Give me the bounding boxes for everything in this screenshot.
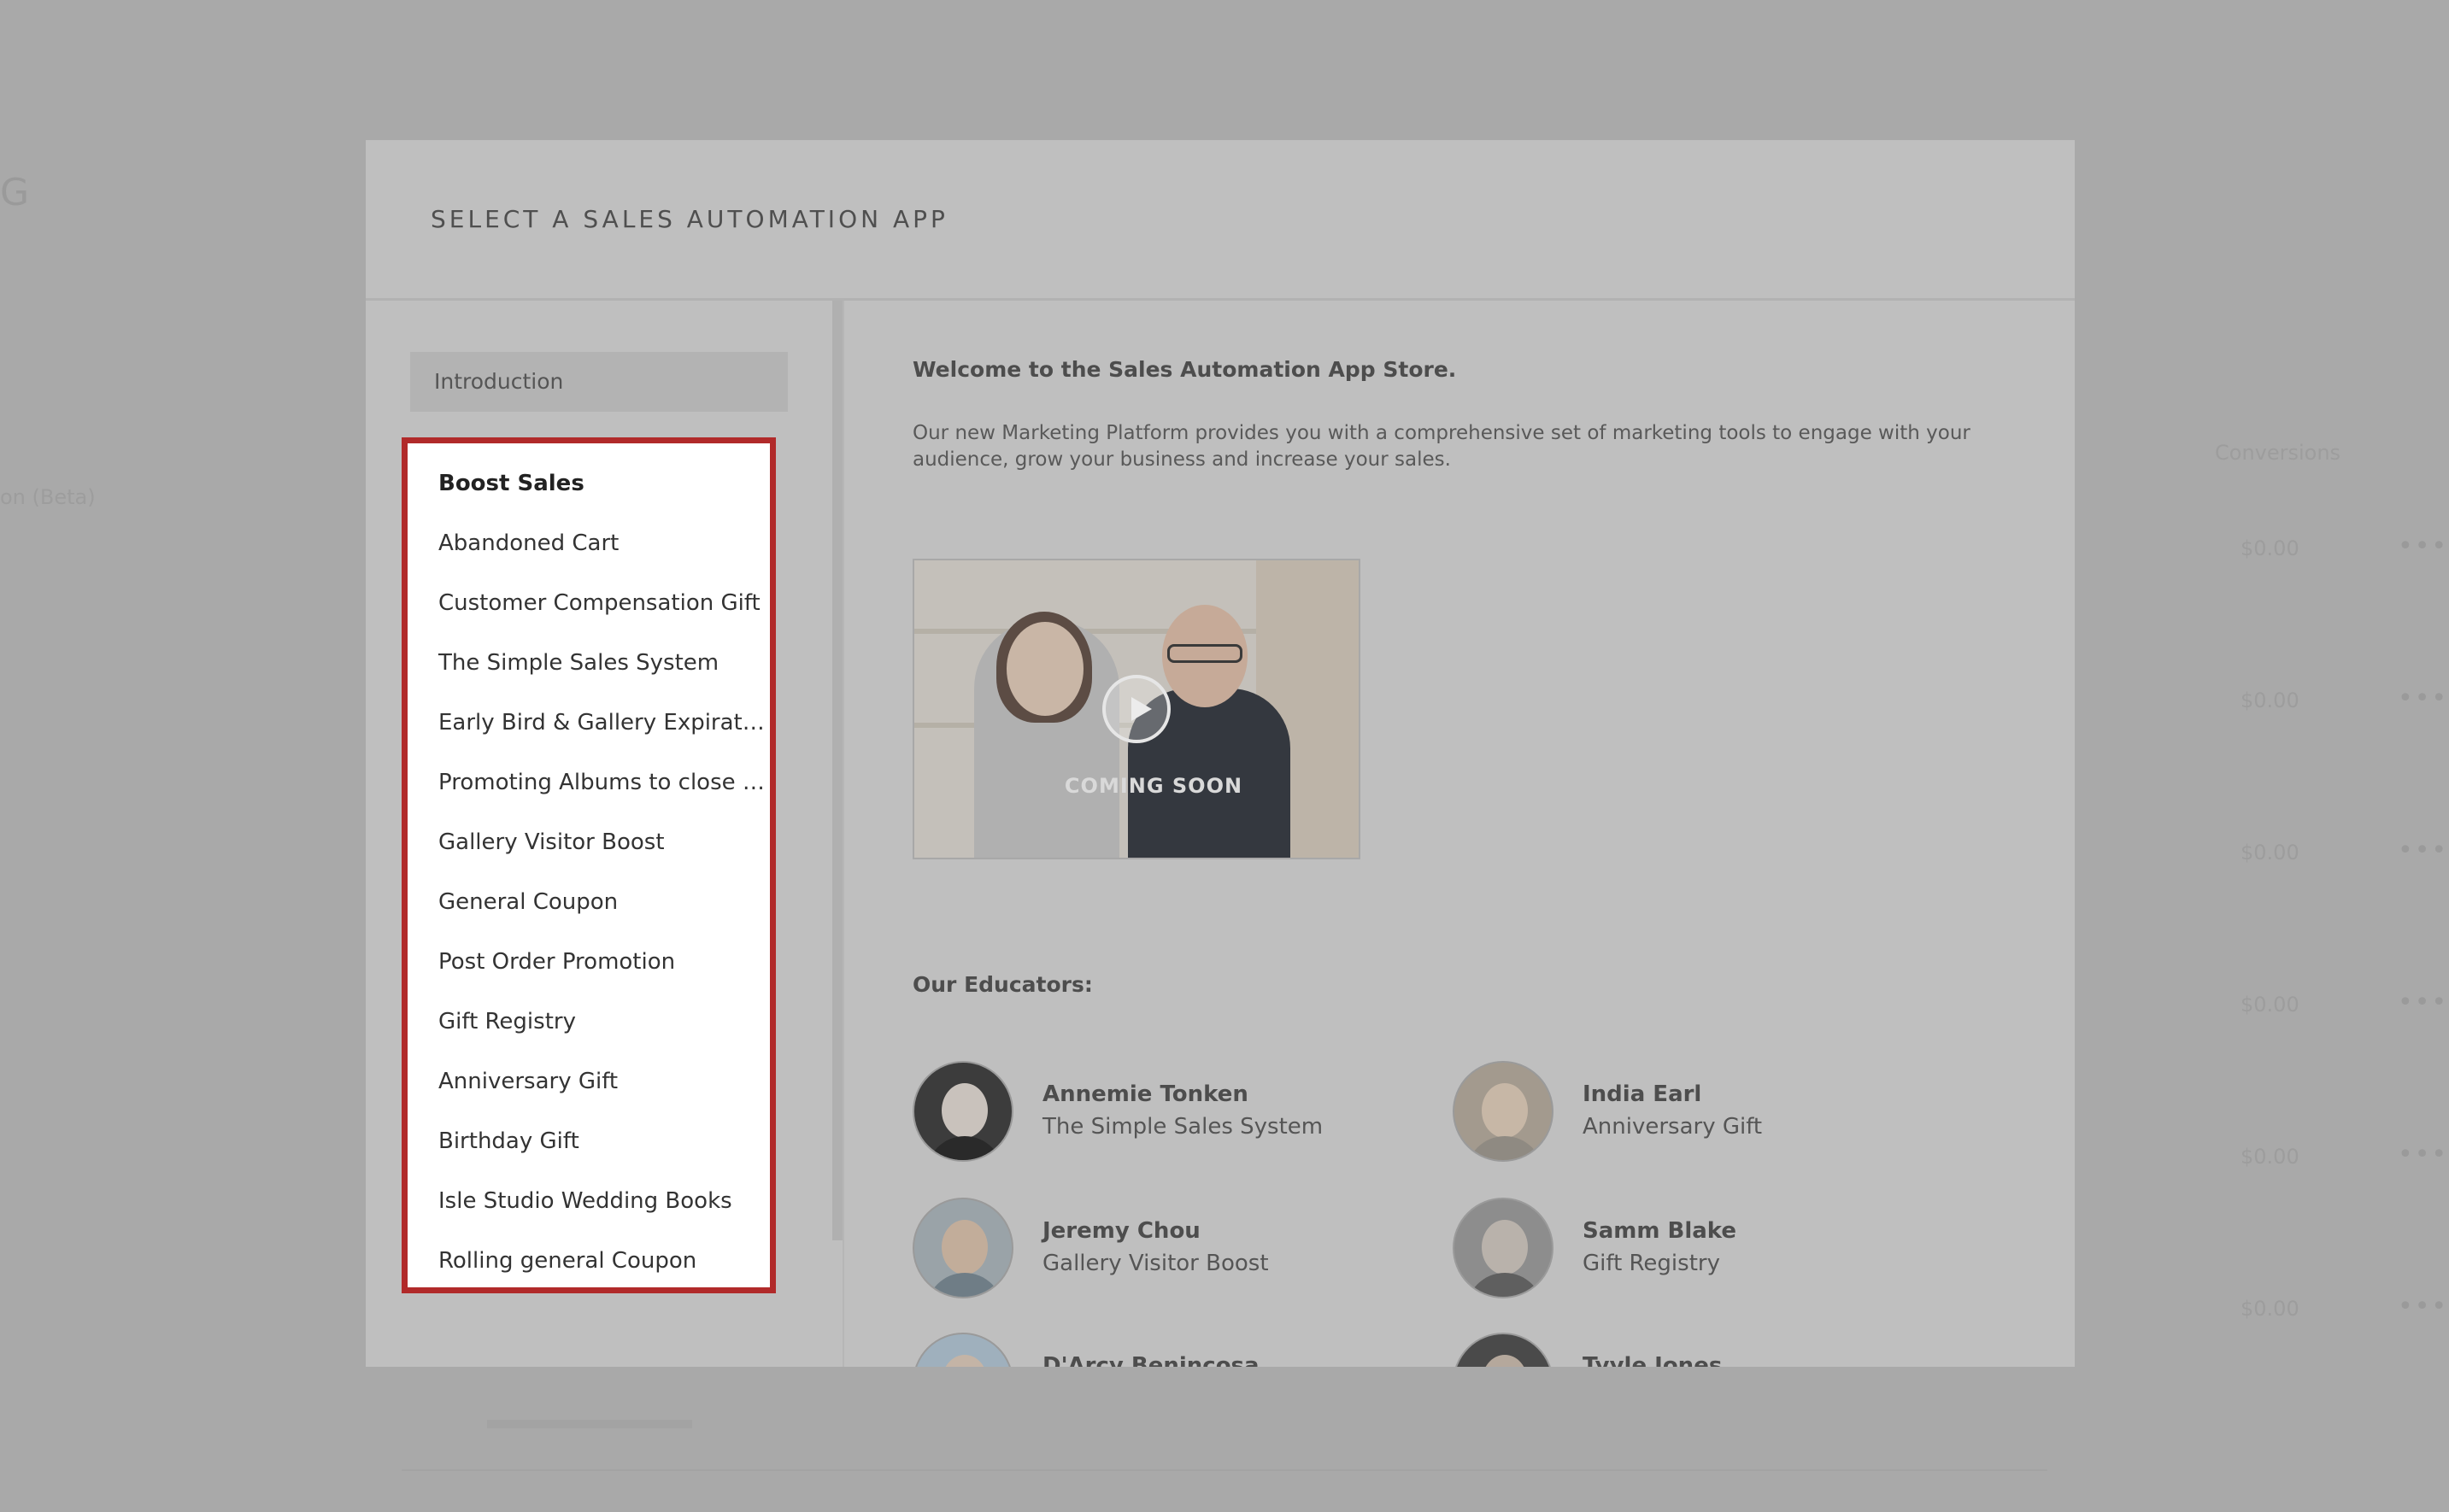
intro-content: Welcome to the Sales Automation App Stor… xyxy=(913,301,2075,1367)
menu-item-isle-studio-wedding-books[interactable]: Isle Studio Wedding Books xyxy=(408,1171,770,1231)
background-row-value: $0.00 xyxy=(2241,1145,2299,1169)
avatar-face xyxy=(942,1220,988,1275)
educator-name: Jeremy Chou xyxy=(1042,1218,1201,1244)
avatar-face xyxy=(942,1083,988,1138)
background-row-value: $0.00 xyxy=(2241,993,2299,1017)
sidebar-scrollbar[interactable] xyxy=(832,301,843,1240)
educator-course: Anniversary Gift xyxy=(1583,1114,1763,1140)
educator-name: Tyyle Jones xyxy=(1583,1353,1723,1367)
menu-item-rolling-general-coupon[interactable]: Rolling general Coupon xyxy=(408,1231,770,1291)
video-person-face xyxy=(1007,622,1084,716)
educator-card: Samm Blake Gift Registry xyxy=(1453,1198,1931,1300)
modal-header: SELECT A SALES AUTOMATION APP xyxy=(366,140,2075,301)
menu-item-birthday-gift[interactable]: Birthday Gift xyxy=(408,1111,770,1171)
educator-card: Jeremy Chou Gallery Visitor Boost xyxy=(913,1198,1391,1300)
coming-soon-label: COMING SOON xyxy=(1064,774,1243,798)
menu-header-boost-sales: Boost Sales xyxy=(438,471,584,496)
background-divider xyxy=(402,1469,2047,1471)
background-heading-fragment: G xyxy=(0,171,30,214)
more-dots-icon[interactable]: ••• xyxy=(2398,835,2448,865)
educator-course: Gift Registry xyxy=(1583,1251,1720,1276)
menu-item-post-order-promotion[interactable]: Post Order Promotion xyxy=(408,932,770,992)
educator-card: Tyyle Jones xyxy=(1453,1333,1931,1367)
play-icon[interactable] xyxy=(1102,675,1171,743)
educator-card: India Earl Anniversary Gift xyxy=(1453,1061,1931,1163)
menu-item-simple-sales-system[interactable]: The Simple Sales System xyxy=(408,633,770,693)
avatar xyxy=(1453,1333,1553,1367)
menu-item-gallery-visitor-boost[interactable]: Gallery Visitor Boost xyxy=(408,812,770,872)
avatar xyxy=(913,1198,1013,1298)
educator-card: D'Arcy Benincosa xyxy=(913,1333,1391,1367)
app-menu-highlighted: Boost Sales Abandoned Cart Customer Comp… xyxy=(402,437,776,1293)
educator-course: Gallery Visitor Boost xyxy=(1042,1251,1269,1276)
avatar-face xyxy=(1482,1220,1528,1275)
more-dots-icon[interactable]: ••• xyxy=(2398,683,2448,713)
menu-item-promoting-albums[interactable]: Promoting Albums to close r... xyxy=(408,753,770,812)
menu-item-gift-registry[interactable]: Gift Registry xyxy=(408,992,770,1052)
background-row-value: $0.00 xyxy=(2241,689,2299,712)
educator-course: The Simple Sales System xyxy=(1042,1114,1324,1140)
menu-item-customer-compensation-gift[interactable]: Customer Compensation Gift xyxy=(408,573,770,633)
modal-title: SELECT A SALES AUTOMATION APP xyxy=(431,205,948,233)
sidebar-item-introduction[interactable]: Introduction xyxy=(410,352,788,412)
avatar-face xyxy=(942,1355,988,1367)
menu-item-early-bird-gallery-expiration[interactable]: Early Bird & Gallery Expiration xyxy=(408,693,770,753)
menu-item-anniversary-gift[interactable]: Anniversary Gift xyxy=(408,1052,770,1111)
avatar-shoulder xyxy=(926,1136,1003,1160)
avatar-shoulder xyxy=(926,1273,1003,1297)
educators-heading: Our Educators: xyxy=(913,972,1093,997)
educator-card: Annemie Tonken The Simple Sales System xyxy=(913,1061,1391,1163)
avatar-shoulder xyxy=(1466,1136,1543,1160)
background-column-conversions: Conversions xyxy=(2215,441,2341,465)
more-dots-icon[interactable]: ••• xyxy=(2398,1140,2448,1169)
welcome-heading: Welcome to the Sales Automation App Stor… xyxy=(913,357,1457,382)
avatar xyxy=(1453,1061,1553,1162)
avatar xyxy=(913,1061,1013,1162)
avatar-face xyxy=(1482,1355,1528,1367)
app-sidebar: Introduction Boost Sales Abandoned Cart … xyxy=(366,301,844,1367)
educator-name: India Earl xyxy=(1583,1081,1702,1107)
educator-name: Samm Blake xyxy=(1583,1218,1737,1244)
avatar-face xyxy=(1482,1083,1528,1138)
background-beta-label: on (Beta) xyxy=(0,485,96,509)
background-row-value: $0.00 xyxy=(2241,536,2299,560)
educator-name: Annemie Tonken xyxy=(1042,1081,1248,1107)
more-dots-icon[interactable]: ••• xyxy=(2398,1292,2448,1322)
avatar xyxy=(913,1333,1013,1367)
sidebar-divider xyxy=(843,301,844,1367)
background-faded-bar xyxy=(487,1420,692,1428)
platform-description: Our new Marketing Platform provides you … xyxy=(913,422,1970,471)
educator-name: D'Arcy Benincosa xyxy=(1042,1353,1260,1367)
intro-video[interactable]: COMING SOON xyxy=(913,559,1360,859)
menu-item-general-coupon[interactable]: General Coupon xyxy=(408,872,770,932)
avatar xyxy=(1453,1198,1553,1298)
avatar-shoulder xyxy=(1466,1273,1543,1297)
background-row-value: $0.00 xyxy=(2241,1297,2299,1321)
more-dots-icon[interactable]: ••• xyxy=(2398,531,2448,561)
video-person-glasses xyxy=(1167,644,1242,663)
menu-item-abandoned-cart[interactable]: Abandoned Cart xyxy=(408,513,770,573)
more-dots-icon[interactable]: ••• xyxy=(2398,987,2448,1017)
sales-automation-modal: SELECT A SALES AUTOMATION APP Introducti… xyxy=(366,140,2075,1367)
background-row-value: $0.00 xyxy=(2241,841,2299,864)
